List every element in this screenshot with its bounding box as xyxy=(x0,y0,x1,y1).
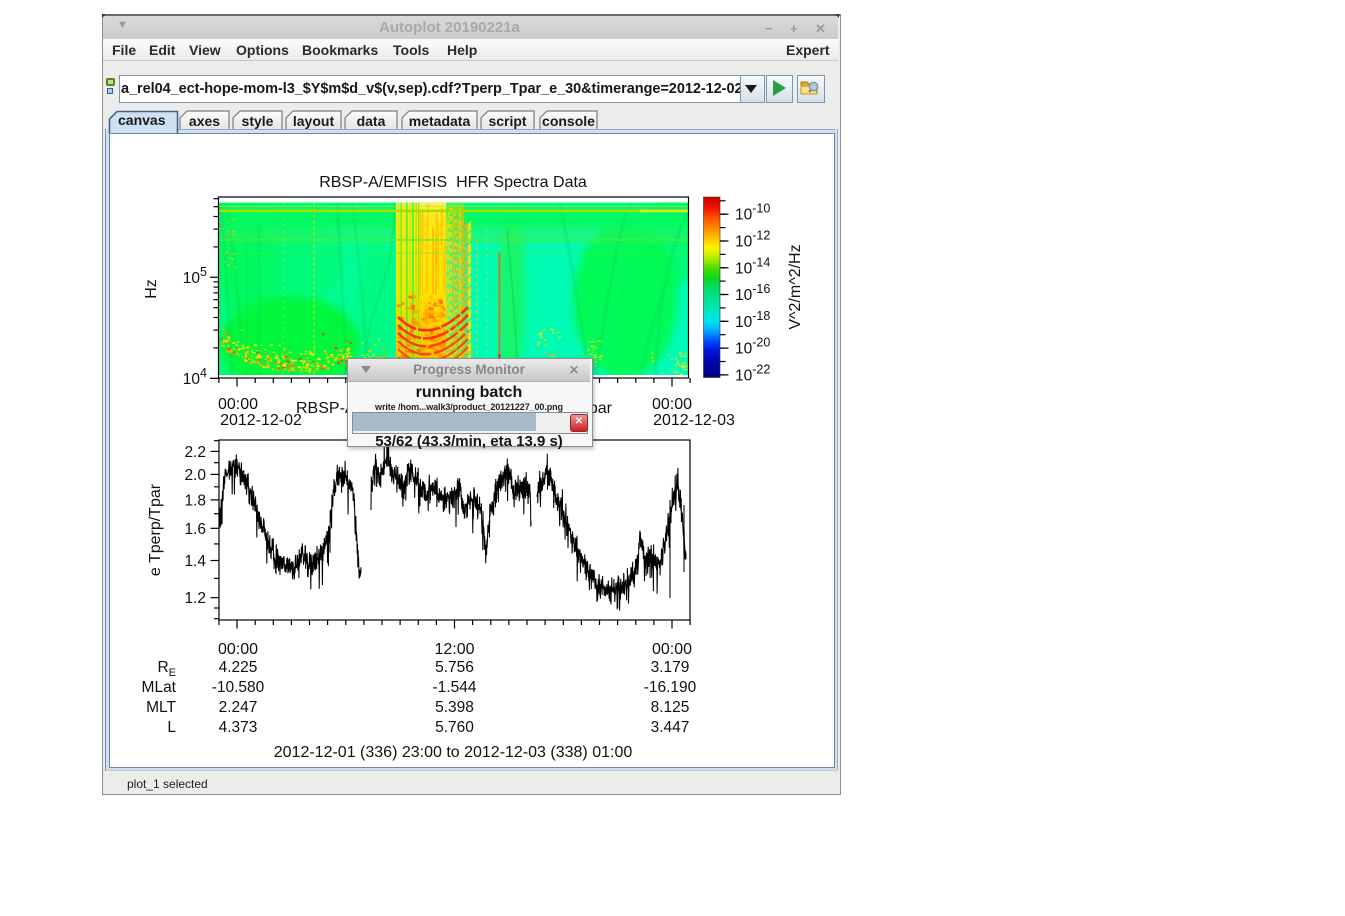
svg-text:4.373: 4.373 xyxy=(219,719,258,736)
svg-text:5.756: 5.756 xyxy=(435,659,474,676)
svg-text:10-12: 10-12 xyxy=(735,229,770,251)
svg-text:3.447: 3.447 xyxy=(651,719,690,736)
svg-text:RE: RE xyxy=(157,659,176,679)
svg-text:e Tperp/Tpar: e Tperp/Tpar xyxy=(147,483,164,576)
svg-text:script: script xyxy=(488,113,526,129)
svg-text:5.760: 5.760 xyxy=(435,719,474,736)
svg-text:2012-12-03: 2012-12-03 xyxy=(653,412,735,429)
svg-text:1.8: 1.8 xyxy=(184,492,206,509)
svg-text:4.225: 4.225 xyxy=(219,659,258,676)
svg-text:2012-12-01 (336) 23:00 to 2012: 2012-12-01 (336) 23:00 to 2012-12-03 (33… xyxy=(274,744,633,761)
svg-text:data: data xyxy=(357,113,386,129)
svg-text:style: style xyxy=(242,113,274,129)
svg-text:10-18: 10-18 xyxy=(735,309,770,331)
svg-text:RBSP-A/EMFISIS HFR Spectra Da: RBSP-A/EMFISIS HFR Spectra Data xyxy=(319,174,587,191)
svg-text:8.125: 8.125 xyxy=(651,699,690,716)
svg-text:00:00: 00:00 xyxy=(218,396,258,413)
svg-text:MLT: MLT xyxy=(146,699,176,716)
svg-text:1.4: 1.4 xyxy=(184,553,206,570)
svg-text:1.6: 1.6 xyxy=(184,521,206,538)
svg-text:00:00: 00:00 xyxy=(218,641,258,658)
svg-text:10-10: 10-10 xyxy=(735,202,770,224)
svg-text:2012-12-02: 2012-12-02 xyxy=(220,412,302,429)
svg-text:10-22: 10-22 xyxy=(735,362,770,384)
svg-text:-16.190: -16.190 xyxy=(644,679,697,696)
svg-text:10-14: 10-14 xyxy=(735,255,770,277)
svg-text:metadata: metadata xyxy=(409,113,471,129)
svg-text:-10.580: -10.580 xyxy=(212,679,265,696)
svg-text:MLat: MLat xyxy=(142,679,177,696)
svg-text:10-20: 10-20 xyxy=(735,336,770,358)
svg-text:console: console xyxy=(542,113,595,129)
svg-text:10-16: 10-16 xyxy=(735,282,770,304)
svg-text:V^2/m^2/Hz: V^2/m^2/Hz xyxy=(787,244,804,329)
svg-text:105: 105 xyxy=(183,265,207,287)
svg-text:00:00: 00:00 xyxy=(652,396,692,413)
svg-text:Hz: Hz xyxy=(143,279,160,299)
svg-text:-1.544: -1.544 xyxy=(433,679,477,696)
svg-text:5.398: 5.398 xyxy=(435,699,474,716)
svg-text:1.2: 1.2 xyxy=(184,590,206,607)
svg-text:2.247: 2.247 xyxy=(219,699,258,716)
svg-text:axes: axes xyxy=(189,113,220,129)
svg-text:2.0: 2.0 xyxy=(184,467,206,484)
svg-text:2.2: 2.2 xyxy=(184,444,206,461)
svg-text:104: 104 xyxy=(183,366,207,388)
svg-text:12:00: 12:00 xyxy=(434,641,474,658)
svg-text:L: L xyxy=(167,719,176,736)
svg-text:00:00: 00:00 xyxy=(652,641,692,658)
svg-text:3.179: 3.179 xyxy=(651,659,690,676)
svg-text:layout: layout xyxy=(293,113,335,129)
